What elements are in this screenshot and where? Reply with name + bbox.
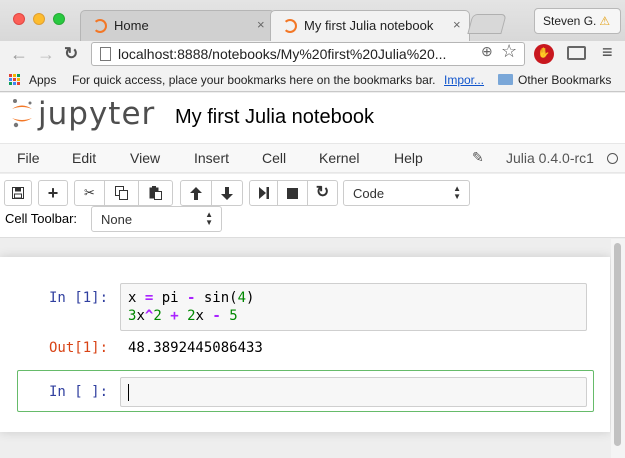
cell-toolbar-value: None <box>101 212 133 227</box>
notebook-toolbar: + ✂ ↻ Code ▲ ▼ Cell Toolbar: None ▲ ▼ <box>0 174 625 238</box>
bookmarks-hint: For quick access, place your bookmarks h… <box>72 73 436 87</box>
page-icon <box>100 47 111 61</box>
notebook-area: In [1]: x = pi - sin(4) 3x^2 + 2x - 5 Ou… <box>0 239 625 458</box>
select-arrows-icon: ▲ ▼ <box>453 184 461 201</box>
browser-titlebar: Home × My first Julia notebook × Steven … <box>0 0 625 41</box>
code-line-2: 3x^2 + 2x - 5 <box>128 308 238 324</box>
scrollbar-thumb[interactable] <box>614 243 621 446</box>
warning-icon: ⚠ <box>599 14 611 28</box>
tab-home[interactable]: Home × <box>80 10 275 41</box>
menu-kernel[interactable]: Kernel <box>319 150 359 166</box>
jupyter-favicon-icon <box>283 19 297 33</box>
input-prompt: In [ ]: <box>49 384 109 400</box>
code-line-1: x = pi - sin(4) <box>128 290 255 306</box>
jupyter-logo-text[interactable]: jupyter <box>38 96 155 132</box>
restart-kernel-icon[interactable]: ↻ <box>307 180 338 206</box>
menu-insert[interactable]: Insert <box>194 150 229 166</box>
user-profile-button[interactable]: Steven G. ⚠ <box>534 8 621 34</box>
notebook-menubar: File Edit View Insert Cell Kernel Help ✎… <box>0 143 625 173</box>
interrupt-kernel-button[interactable] <box>277 180 308 206</box>
adblock-icon[interactable]: ✋ <box>534 44 554 64</box>
notebook-title[interactable]: My first Julia notebook <box>175 106 374 129</box>
url-text[interactable]: localhost:8888/notebooks/My%20first%20Ju… <box>118 46 446 62</box>
menu-file[interactable]: File <box>17 150 40 166</box>
forward-icon[interactable]: → <box>37 44 55 65</box>
cell-toolbar-select[interactable]: None ▲ ▼ <box>91 206 222 232</box>
apps-link[interactable]: Apps <box>29 73 56 87</box>
jupyter-logo-icon[interactable] <box>11 98 33 128</box>
paste-icon <box>149 186 162 200</box>
cell-toolbar-label: Cell Toolbar: <box>5 211 78 226</box>
arrow-up-icon <box>190 187 202 200</box>
menu-edit[interactable]: Edit <box>72 150 96 166</box>
new-tab-button[interactable] <box>467 14 507 34</box>
address-bar[interactable]: localhost:8888/notebooks/My%20first%20Ju… <box>91 42 525 66</box>
insert-cell-button[interactable]: + <box>38 180 68 206</box>
other-bookmarks-link[interactable]: Other Bookmarks <box>518 73 611 87</box>
maximize-window-button[interactable] <box>53 13 65 25</box>
output-prompt: Out[1]: <box>49 340 109 356</box>
bookmark-star-icon[interactable]: ☆ <box>501 41 517 62</box>
menu-help[interactable]: Help <box>394 150 423 166</box>
menu-view[interactable]: View <box>130 150 160 166</box>
apps-grid-icon[interactable] <box>9 74 21 86</box>
tab-notebook-label: My first Julia notebook <box>304 18 434 33</box>
stop-icon <box>287 188 298 199</box>
run-cell-button[interactable] <box>249 180 278 206</box>
text-cursor <box>128 384 129 401</box>
select-arrows-icon: ▲ ▼ <box>205 210 213 227</box>
tab-notebook[interactable]: My first Julia notebook × <box>270 10 470 41</box>
save-button[interactable] <box>4 180 32 206</box>
kernel-name: Julia 0.4.0-rc1 <box>506 150 594 166</box>
cell-type-select[interactable]: Code ▲ ▼ <box>343 180 470 206</box>
chrome-menu-icon[interactable]: ≡ <box>602 42 613 63</box>
cell-type-value: Code <box>353 186 385 201</box>
kernel-idle-indicator-icon <box>607 153 618 164</box>
cell-output: 48.3892445086433 <box>128 340 263 356</box>
input-prompt: In [1]: <box>49 290 109 306</box>
close-tab-icon[interactable]: × <box>257 17 265 32</box>
import-bookmarks-link[interactable]: Impor... <box>444 73 484 87</box>
scrollbar[interactable] <box>611 239 625 458</box>
jupyter-header: jupyter My first Julia notebook <box>0 93 625 143</box>
tab-home-label: Home <box>114 18 149 33</box>
paste-button[interactable] <box>138 180 173 206</box>
bookmarks-bar: Apps For quick access, place your bookma… <box>0 68 625 92</box>
cut-icon[interactable]: ✂ <box>74 180 105 206</box>
code-cell-input[interactable] <box>120 377 587 407</box>
move-up-button[interactable] <box>180 180 212 206</box>
edit-pencil-icon[interactable]: ✎ <box>472 149 484 166</box>
menu-cell[interactable]: Cell <box>262 150 286 166</box>
zoom-icon[interactable]: ⊕ <box>481 43 493 60</box>
browser-toolbar: ← → ↻ localhost:8888/notebooks/My%20firs… <box>0 41 625 68</box>
user-name: Steven G. <box>543 14 597 28</box>
code-cell-input[interactable]: x = pi - sin(4) 3x^2 + 2x - 5 <box>120 283 587 331</box>
close-window-button[interactable] <box>13 13 25 25</box>
arrow-down-icon <box>221 187 233 200</box>
move-down-button[interactable] <box>211 180 243 206</box>
back-icon[interactable]: ← <box>10 44 28 65</box>
cast-icon[interactable] <box>567 46 586 60</box>
minimize-window-button[interactable] <box>33 13 45 25</box>
close-tab-icon[interactable]: × <box>453 17 461 32</box>
notebook-page: In [1]: x = pi - sin(4) 3x^2 + 2x - 5 Ou… <box>0 257 610 432</box>
copy-icon <box>115 186 128 200</box>
save-icon <box>12 187 24 199</box>
folder-icon <box>498 74 513 85</box>
copy-button[interactable] <box>104 180 139 206</box>
jupyter-favicon-icon <box>93 19 107 33</box>
step-forward-icon <box>258 187 269 199</box>
reload-icon[interactable]: ↻ <box>64 44 78 64</box>
